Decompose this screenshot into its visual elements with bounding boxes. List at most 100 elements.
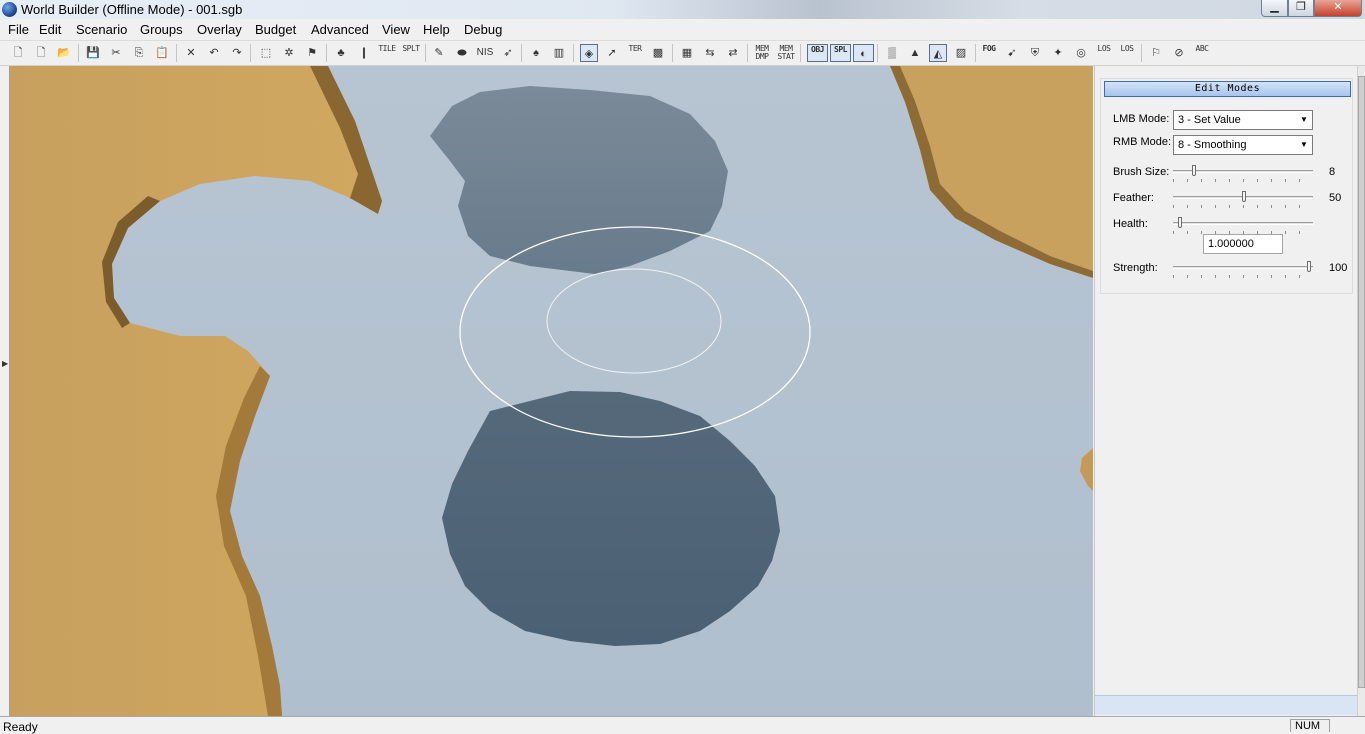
num-lock-indicator: NUM [1290,719,1330,732]
menu-file[interactable]: File [8,22,29,37]
toolbar-separator [747,44,748,62]
light-icon[interactable]: ❙ [355,44,373,62]
title-bar: World Builder (Offline Mode) - 001.sgb ▁… [0,0,1365,19]
flag-red-icon[interactable]: ⚐ [1147,44,1165,62]
toolbar-separator [250,44,251,62]
slider-thumb[interactable] [1177,217,1182,228]
menu-edit[interactable]: Edit [39,22,61,37]
expand-arrow-icon[interactable]: ▶ [2,359,8,368]
abc-button[interactable]: ABC [1193,44,1211,62]
menu-scenario[interactable]: Scenario [76,22,127,37]
los-alt-button[interactable]: LOS [1118,44,1136,62]
mem-stat-button[interactable]: MEM STAT [775,44,797,62]
splt-button[interactable]: SPLT [400,44,422,62]
photo-icon[interactable]: ▨ [952,44,970,62]
health-slider[interactable] [1173,217,1313,234]
undo-icon[interactable]: ↶ [205,44,223,62]
maximize-button[interactable]: ❐ [1288,0,1314,17]
main-toolbar: 🗋 🗋 📂 💾 ✂ ⎘ 📋 ✕ ↶ ↷ ⬚ ✲ ⚑ ♣ ❙ TILE SPLT … [0,41,1365,66]
paint-icon[interactable]: ➚ [603,44,621,62]
grid-icon[interactable]: ▦ [678,44,696,62]
rmb-mode-label: RMB Mode: [1113,136,1172,148]
squad-icon[interactable]: ✲ [280,44,298,62]
lmb-mode-label: LMB Mode: [1113,113,1170,125]
left-collapse-strip[interactable]: ▶ [0,66,10,716]
new-document-icon[interactable]: 🗋 [32,44,50,62]
toolbar-separator [573,44,574,62]
nis-button[interactable]: NIS [476,44,494,62]
terrain-viewport[interactable] [10,66,1093,716]
app-globe-icon [2,2,17,17]
redo-icon[interactable]: ↷ [228,44,246,62]
path-icon[interactable]: ➶ [499,44,517,62]
sight-icon[interactable]: ◐ [853,44,874,62]
arrows-left-icon[interactable]: ⇆ [701,44,719,62]
lmb-mode-select[interactable]: 3 - Set Value ▼ [1173,110,1313,130]
stats-chart-icon[interactable]: ▥ [550,44,568,62]
texture-icon[interactable]: ▩ [649,44,667,62]
tree-icon[interactable]: ♣ [332,44,350,62]
mountain-icon[interactable]: ◭ [929,44,947,62]
toolbar-separator [877,44,878,62]
open-folder-icon[interactable]: 📂 [55,44,73,62]
strength-slider[interactable] [1173,261,1313,278]
menu-advanced[interactable]: Advanced [311,22,369,37]
health-label: Health: [1113,218,1148,230]
checker-icon[interactable]: ▒ [883,44,901,62]
scrollbar-thumb[interactable] [1358,76,1365,688]
road-icon[interactable]: ✎ [430,44,448,62]
select-region-icon[interactable]: ⬚ [257,44,275,62]
menu-overlay[interactable]: Overlay [197,22,242,37]
slider-thumb[interactable] [1192,165,1197,176]
panel-scrollbar[interactable] [1357,66,1365,716]
chevron-down-icon[interactable]: ▼ [1296,136,1312,154]
slider-thumb[interactable] [1307,261,1311,272]
feather-slider[interactable] [1173,191,1313,208]
paste-icon[interactable]: 📋 [153,44,171,62]
brush-size-slider[interactable] [1173,165,1313,182]
water-icon[interactable]: ⬬ [453,44,471,62]
new-file-icon[interactable]: 🗋 [9,44,27,62]
menu-budget[interactable]: Budget [255,22,296,37]
chevron-down-icon[interactable]: ▼ [1296,111,1312,129]
save-icon[interactable]: 💾 [84,44,102,62]
toolbar-separator [326,44,327,62]
terrain-edit-icon[interactable]: ◈ [580,44,598,62]
toolbar-separator [672,44,673,62]
spl-button[interactable]: SPL [830,44,851,62]
mem-dmp-button[interactable]: MEM DMP [751,44,773,62]
menu-help[interactable]: Help [423,22,450,37]
cliff-icon[interactable]: ♠ [527,44,545,62]
close-button[interactable]: ✕ [1314,0,1362,17]
obj-button[interactable]: OBJ [807,44,828,62]
slider-ticks [1173,179,1313,182]
menu-groups[interactable]: Groups [140,22,183,37]
units-icon[interactable]: ✦ [1049,44,1067,62]
feather-value: 50 [1329,192,1342,204]
shield-icon[interactable]: ⛨ [1026,44,1044,62]
health-input[interactable]: 1.000000 [1203,234,1283,254]
toolbar-separator [176,44,177,62]
menu-view[interactable]: View [382,22,410,37]
no-entry-icon[interactable]: ⊘ [1170,44,1188,62]
delete-icon[interactable]: ✕ [182,44,200,62]
cut-icon[interactable]: ✂ [107,44,125,62]
measure-icon[interactable]: ➹ [1003,44,1021,62]
tile-button[interactable]: TILE [376,44,398,62]
los-button[interactable]: LOS [1095,44,1113,62]
target-icon[interactable]: ◎ [1072,44,1090,62]
rmb-mode-select[interactable]: 8 - Smoothing ▼ [1173,135,1313,155]
menu-debug[interactable]: Debug [464,22,502,37]
toolbar-separator [800,44,801,62]
copy-icon[interactable]: ⎘ [130,44,148,62]
slider-ticks [1173,205,1313,208]
slider-thumb[interactable] [1242,191,1247,202]
fog-button[interactable]: FOG [980,44,998,62]
ter-button[interactable]: TER [626,44,644,62]
brush-size-label: Brush Size: [1113,166,1170,178]
arrows-right-icon[interactable]: ⇄ [724,44,742,62]
minimize-button[interactable]: ▁ [1261,0,1288,17]
landscape-icon[interactable]: ▲ [906,44,924,62]
flag-icon[interactable]: ⚑ [303,44,321,62]
terrain-scene[interactable] [10,66,1093,716]
